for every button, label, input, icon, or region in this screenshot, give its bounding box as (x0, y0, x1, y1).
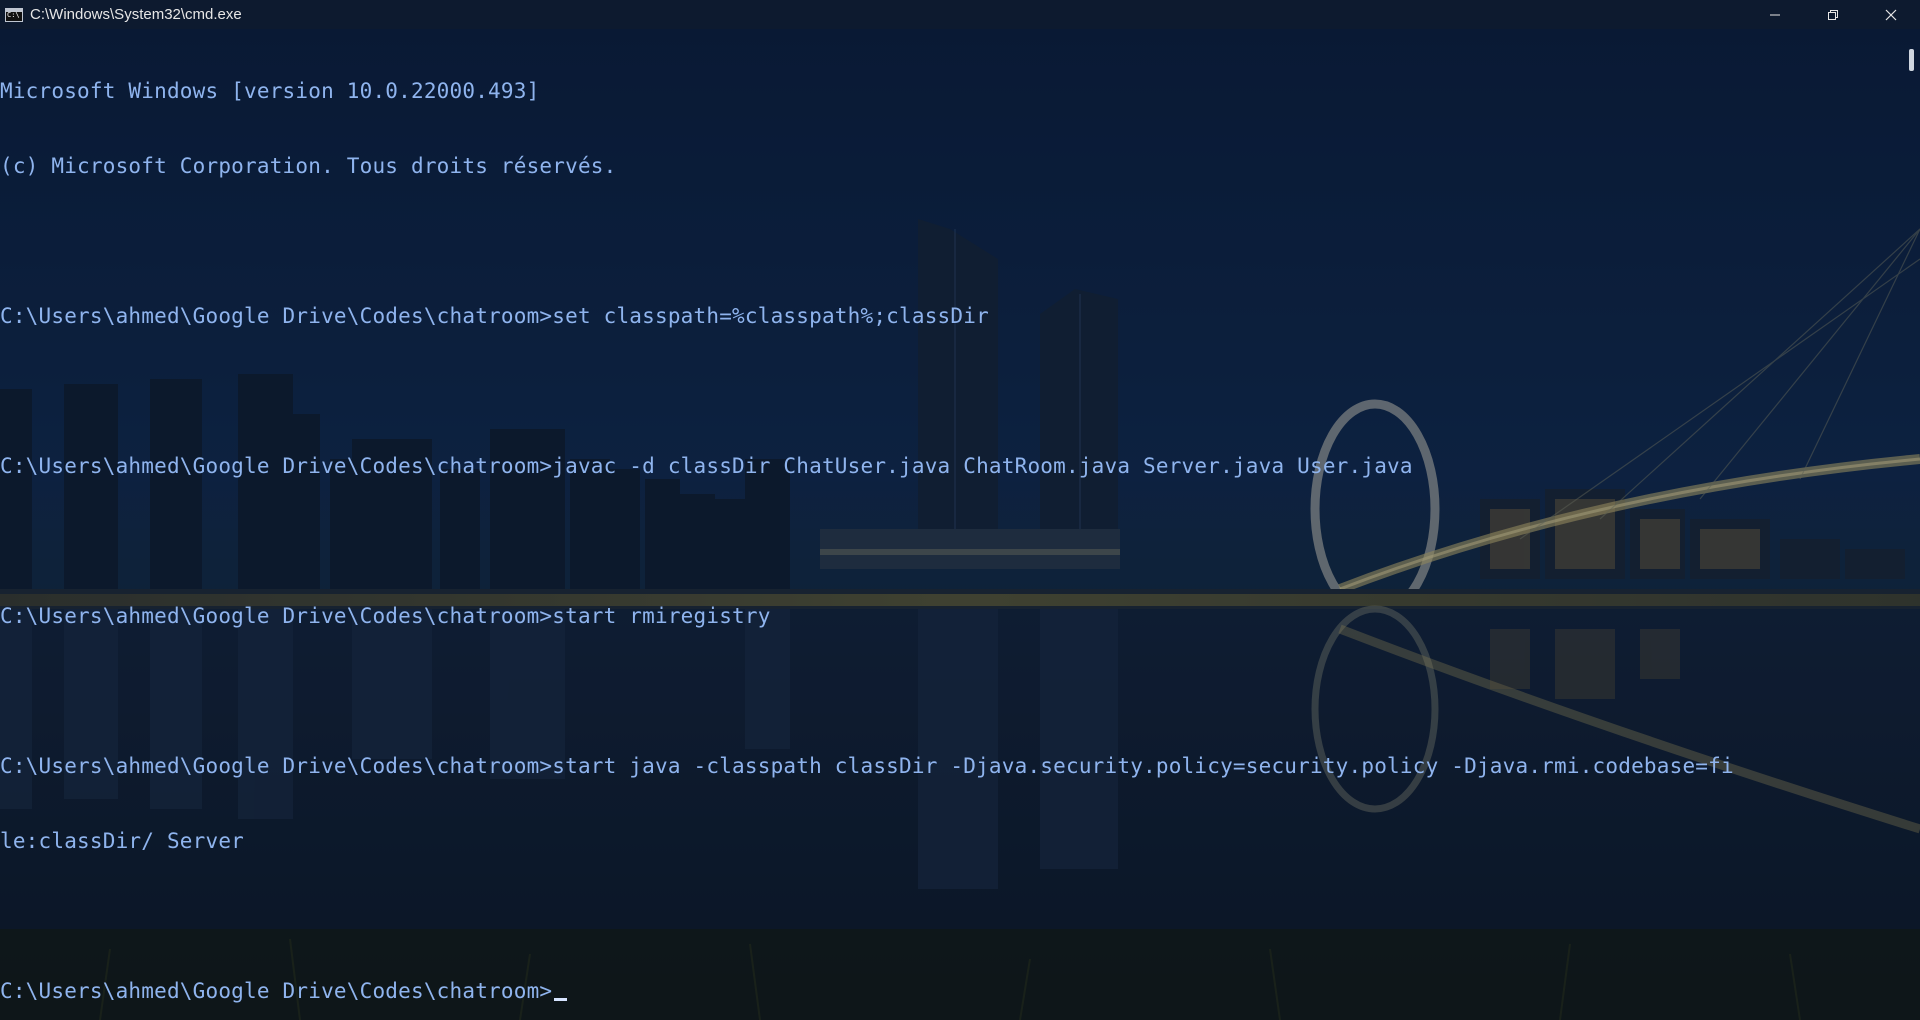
minimize-icon (1770, 14, 1780, 15)
minimize-button[interactable] (1746, 0, 1804, 29)
window-controls (1746, 0, 1920, 29)
close-button[interactable] (1862, 0, 1920, 29)
window-title: C:\Windows\System32\cmd.exe (30, 6, 242, 23)
prompt-line[interactable]: C:\Users\ahmed\Google Drive\Codes\chatro… (0, 979, 1900, 1004)
close-icon (1885, 9, 1897, 20)
title-bar[interactable]: C:\Windows\System32\cmd.exe (0, 0, 1920, 29)
vertical-scrollbar[interactable] (1900, 29, 1920, 1020)
restore-button[interactable] (1804, 0, 1862, 29)
console-line: C:\Users\ahmed\Google Drive\Codes\chatro… (0, 604, 771, 628)
console-line: C:\Users\ahmed\Google Drive\Codes\chatro… (0, 754, 1734, 778)
text-cursor (554, 998, 568, 1001)
cmd-icon[interactable] (5, 7, 23, 22)
console-line: C:\Users\ahmed\Google Drive\Codes\chatro… (0, 304, 989, 328)
console-line: C:\Users\ahmed\Google Drive\Codes\chatro… (0, 454, 1413, 478)
console-output[interactable]: Microsoft Windows [version 10.0.22000.49… (0, 29, 1900, 1020)
console-line: Microsoft Windows [version 10.0.22000.49… (0, 79, 540, 103)
prompt-text: C:\Users\ahmed\Google Drive\Codes\chatro… (0, 979, 553, 1003)
cmd-window: C:\Windows\System32\cmd.exe (0, 0, 1920, 1020)
scrollbar-thumb[interactable] (1909, 49, 1914, 71)
restore-icon (1828, 9, 1838, 20)
console-line: (c) Microsoft Corporation. Tous droits r… (0, 154, 617, 178)
console-line: le:classDir/ Server (0, 829, 245, 853)
